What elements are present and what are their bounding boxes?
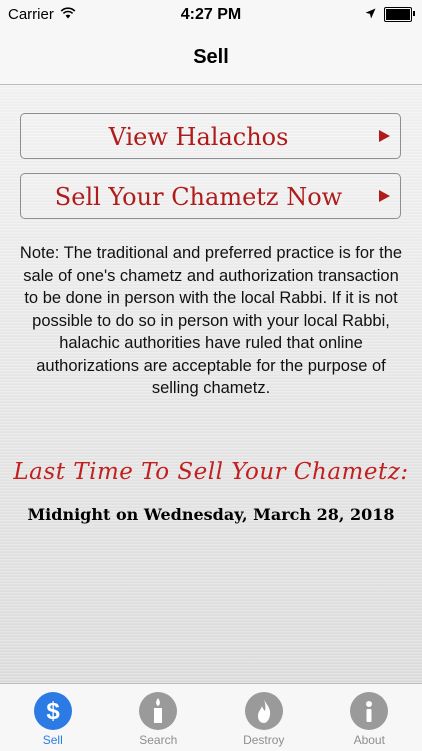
- sell-chametz-label: Sell Your Chametz Now: [21, 183, 376, 211]
- tab-destroy[interactable]: Destroy: [211, 684, 317, 751]
- chevron-right-icon: [379, 130, 390, 142]
- battery-tip: [413, 11, 415, 16]
- tab-about[interactable]: About: [317, 684, 422, 751]
- info-icon: [350, 692, 388, 730]
- battery-fill: [386, 9, 410, 20]
- deadline-heading: Last Time To Sell Your Chametz:: [0, 459, 422, 485]
- tab-sell-label: Sell: [0, 733, 106, 747]
- svg-text:$: $: [46, 698, 60, 724]
- tab-bar: $ Sell Search Destroy About: [0, 683, 422, 751]
- location-arrow-icon: [365, 6, 376, 23]
- status-bar: Carrier 4:27 PM: [0, 0, 422, 30]
- deadline-date: Midnight on Wednesday, March 28, 2018: [0, 505, 422, 524]
- view-halachos-button[interactable]: View Halachos: [20, 113, 401, 159]
- note-text: Note: The traditional and preferred prac…: [18, 242, 404, 400]
- flame-icon: [245, 692, 283, 730]
- view-halachos-label: View Halachos: [21, 123, 376, 151]
- sell-chametz-button[interactable]: Sell Your Chametz Now: [20, 173, 401, 219]
- main-content: View Halachos Sell Your Chametz Now Note…: [0, 85, 422, 683]
- tab-search[interactable]: Search: [106, 684, 212, 751]
- status-right: [365, 6, 412, 23]
- tab-sell[interactable]: $ Sell: [0, 684, 106, 751]
- tab-search-label: Search: [106, 733, 212, 747]
- tab-about-label: About: [317, 733, 422, 747]
- page-title: Sell: [0, 46, 422, 69]
- navigation-bar: Sell: [0, 30, 422, 85]
- chevron-right-icon: [379, 190, 390, 202]
- dollar-icon: $: [34, 692, 72, 730]
- tab-destroy-label: Destroy: [211, 733, 317, 747]
- candle-icon: [139, 692, 177, 730]
- battery-icon: [384, 7, 412, 22]
- status-time: 4:27 PM: [0, 6, 422, 24]
